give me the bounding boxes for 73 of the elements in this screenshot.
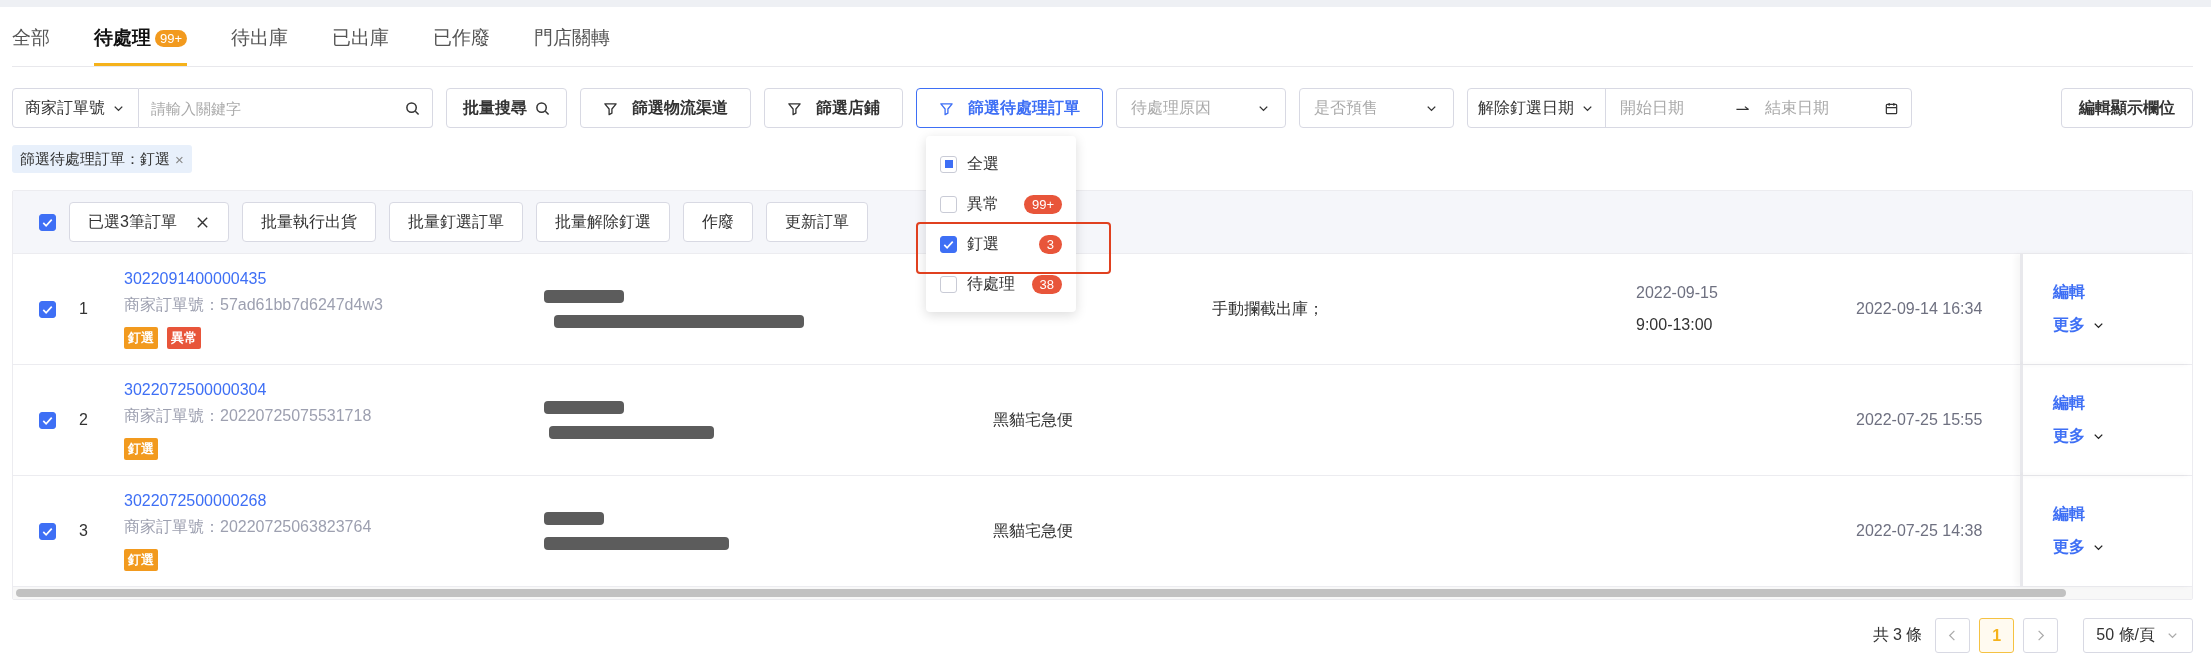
count-badge: 99+ bbox=[155, 29, 188, 47]
total-count: 共 3 條 bbox=[1872, 625, 1923, 645]
status-tag: 釘選 bbox=[124, 437, 158, 460]
edit-link[interactable]: 編輯 bbox=[2053, 504, 2192, 525]
checkbox[interactable] bbox=[39, 213, 56, 231]
merchant-order-number: 商家訂單號：57ad61bb7d6247d4w3 bbox=[124, 294, 384, 315]
order-number-link[interactable]: 3022072500000304 bbox=[124, 380, 544, 399]
checkbox[interactable] bbox=[940, 195, 957, 213]
menu-item[interactable]: 異常 99+ bbox=[926, 184, 1076, 224]
indeterminate-mark bbox=[944, 160, 953, 168]
checkbox[interactable] bbox=[940, 235, 957, 253]
bulk-action-button[interactable]: 批量執行出貨 bbox=[241, 202, 376, 242]
row-number: 1 bbox=[78, 300, 89, 318]
filter-icon bbox=[939, 100, 954, 116]
bulk-action-button[interactable]: 更新訂單 bbox=[765, 202, 868, 242]
search-box[interactable]: 請輸入關鍵字 bbox=[139, 88, 433, 128]
more-link[interactable]: 更多 bbox=[2053, 426, 2192, 447]
row-number: 3 bbox=[78, 522, 89, 540]
checkbox[interactable] bbox=[39, 522, 56, 540]
carrier-text: 黑貓宅急便 bbox=[993, 521, 1073, 539]
page-size-select[interactable]: 50 條/頁 bbox=[2083, 618, 2193, 653]
tab[interactable]: 已作廢 bbox=[433, 7, 491, 66]
filter-button[interactable]: 篩選待處理訂單 bbox=[916, 88, 1103, 128]
search-icon bbox=[535, 100, 550, 116]
created-time: 2022-07-25 15:55 bbox=[1856, 411, 1983, 428]
filter-icon bbox=[603, 100, 618, 116]
merchant-order-number: 商家訂單號：20220725063823764 bbox=[124, 516, 373, 537]
checkbox[interactable] bbox=[39, 300, 56, 318]
filter-icon bbox=[787, 100, 802, 116]
merchant-order-number: 商家訂單號：20220725075531718 bbox=[124, 405, 373, 426]
bulk-action-button[interactable]: 作廢 bbox=[682, 202, 753, 242]
delivery-date: 2022-09-15 bbox=[1636, 284, 1719, 302]
edit-link[interactable]: 編輯 bbox=[2053, 282, 2192, 303]
checkbox[interactable] bbox=[940, 275, 957, 293]
filter-button[interactable]: 篩選物流渠道 bbox=[580, 88, 751, 128]
count-badge: 99+ bbox=[1023, 194, 1062, 214]
more-link[interactable]: 更多 bbox=[2053, 537, 2192, 558]
delivery-time: 9:00-13:00 bbox=[1636, 316, 1714, 334]
status-tag: 釘選 bbox=[124, 326, 158, 349]
filter-tag-text: 篩選待處理訂單：釘選 bbox=[20, 149, 170, 169]
count-badge: 3 bbox=[1038, 234, 1062, 254]
tab[interactable]: 待出庫 bbox=[231, 7, 289, 66]
bulk-action-button[interactable]: 批量釘選訂單 bbox=[388, 202, 523, 242]
tab[interactable]: 已出庫 bbox=[332, 7, 390, 66]
created-time: 2022-09-14 16:34 bbox=[1856, 300, 1983, 317]
more-link[interactable]: 更多 bbox=[2053, 315, 2192, 336]
count-badge: 38 bbox=[1031, 274, 1062, 294]
menu-item[interactable]: 全選 bbox=[926, 144, 1076, 184]
field-select[interactable]: 商家訂單號 bbox=[12, 88, 139, 128]
checkbox[interactable] bbox=[39, 411, 56, 429]
order-number-link[interactable]: 3022072500000268 bbox=[124, 491, 544, 510]
order-number-link[interactable]: 3022091400000435 bbox=[124, 269, 544, 288]
tab[interactable]: 全部 bbox=[12, 7, 50, 66]
menu-item[interactable]: 釘選 3 bbox=[926, 224, 1076, 264]
note-text: 手動攔截出庫； bbox=[1212, 299, 1324, 317]
menu-item[interactable]: 待處理 38 bbox=[926, 264, 1076, 304]
filter-button[interactable]: 篩選店鋪 bbox=[764, 88, 903, 128]
tab[interactable]: 待處理 99+ bbox=[94, 7, 188, 66]
status-tag: 異常 bbox=[167, 326, 201, 349]
search-icon bbox=[405, 100, 420, 116]
edit-columns-button[interactable]: 編輯顯示欄位 bbox=[2061, 88, 2193, 128]
search-field[interactable]: 請輸入關鍵字 bbox=[139, 99, 405, 117]
selection-button[interactable]: 已選3筆訂單 bbox=[69, 202, 229, 242]
created-time: 2022-07-25 14:38 bbox=[1856, 522, 1983, 539]
scrollbar[interactable] bbox=[16, 589, 2066, 597]
status-tag: 釘選 bbox=[124, 548, 158, 571]
batch-search-button[interactable]: 批量搜尋 bbox=[446, 88, 567, 128]
bulk-action-button[interactable]: 批量解除釘選 bbox=[535, 202, 670, 242]
checkbox[interactable] bbox=[940, 155, 957, 173]
edit-link[interactable]: 編輯 bbox=[2053, 393, 2192, 414]
row-number: 2 bbox=[78, 411, 89, 429]
tab[interactable]: 門店關轉 bbox=[534, 7, 611, 66]
carrier-text: 黑貓宅急便 bbox=[993, 410, 1073, 428]
